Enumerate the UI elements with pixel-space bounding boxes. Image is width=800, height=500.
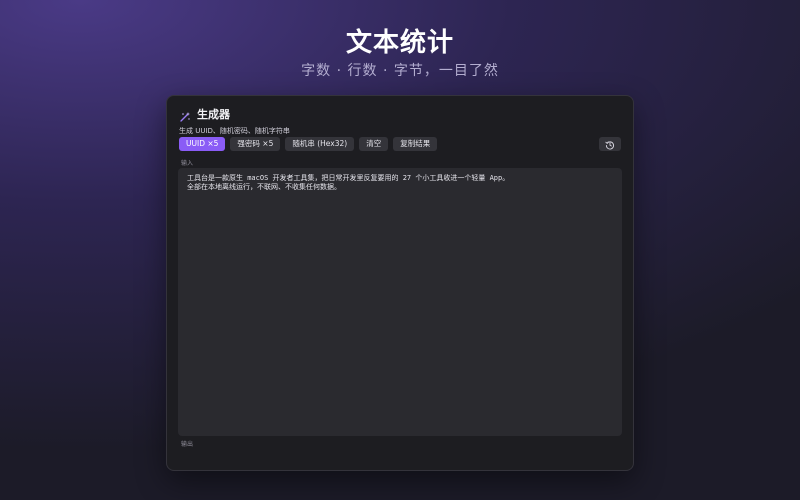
hero-title: 文本统计 <box>345 28 454 58</box>
generator-window: 生成器 生成 UUID、随机密码、随机字符串 UUID ×5 强密码 ×5 随机… <box>166 95 634 471</box>
uuid-x5-button[interactable]: UUID ×5 <box>179 137 226 151</box>
output-label: 输出 <box>181 441 194 448</box>
panel-title: 生成器 <box>197 108 230 121</box>
input-textarea[interactable]: 工具台是一款原生 macOS 开发者工具集，把日常开发里反复要用的 27 个小工… <box>178 168 622 436</box>
input-line-1: 工具台是一款原生 macOS 开发者工具集，把日常开发里反复要用的 27 个小工… <box>187 174 510 182</box>
history-icon <box>605 135 615 154</box>
input-label: 输入 <box>181 160 194 167</box>
panel-title-row: 生成器 <box>179 106 290 122</box>
random-hex32-button[interactable]: 随机串 (Hex32) <box>285 137 355 151</box>
panel-description: 生成 UUID、随机密码、随机字符串 <box>179 127 290 135</box>
panel-header: 生成器 生成 UUID、随机密码、随机字符串 <box>179 106 290 136</box>
toolbar: UUID ×5 强密码 ×5 随机串 (Hex32) 清空 复制结果 <box>179 137 438 151</box>
input-line-2: 全部在本地离线运行，不联网、不收集任何数据。 <box>187 183 341 191</box>
magic-wand-icon <box>179 108 191 122</box>
history-button[interactable] <box>599 137 621 151</box>
clear-button[interactable]: 清空 <box>359 137 389 151</box>
strong-password-x5-button[interactable]: 强密码 ×5 <box>230 137 281 151</box>
hero-subtitle: 字数 · 行数 · 字节，一目了然 <box>301 63 499 79</box>
copy-result-button[interactable]: 复制结果 <box>393 137 438 151</box>
